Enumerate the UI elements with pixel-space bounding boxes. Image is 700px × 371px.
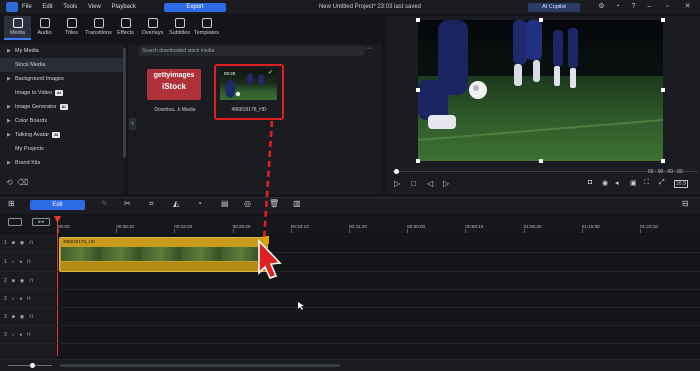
ruler-tick [349,229,350,233]
ruler-tick [640,229,641,233]
ruler-tick-label: 00:58:10 [465,224,484,229]
ruler-tick-label: 00:25:00 [232,224,251,229]
drag-indicator [258,120,304,310]
ruler-tick [174,229,176,233]
ruler-tick-label: 00:00 [58,224,70,229]
ruler-tick-label: 00:41:20 [349,224,367,229]
timeline-scrollbar[interactable] [60,364,340,367]
ruler-tick-label: 01:23:10 [640,224,658,229]
ruler-tick-label: 01:15:00 [581,224,600,229]
ruler-tick [581,229,583,233]
ruler-tick [523,229,525,233]
ruler-tick [232,229,234,233]
ruler-tick-label: 01:06:20 [523,224,542,229]
ruler-tick [407,229,409,233]
ruler-tick [116,229,118,233]
ruler-tick-label: 00:16:20 [174,224,193,229]
ruler-tick [58,229,59,233]
ruler-tick-label: 00:08:10 [116,224,135,229]
zoom-slider-knob[interactable] [30,363,35,368]
ruler-tick [465,229,467,233]
ruler-tick [290,229,292,233]
ruler-tick-label: 00:33:10 [290,224,309,229]
ruler-tick-label: 00:50:00 [407,224,426,229]
